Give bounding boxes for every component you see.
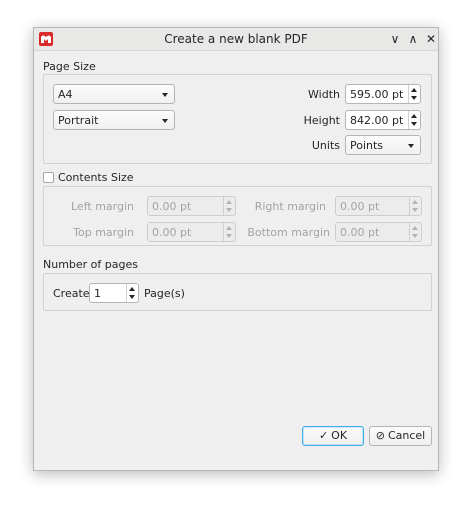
cancel-button[interactable]: ⊘ Cancel	[369, 426, 432, 446]
contents-size-group: Left margin 0.00 pt Right margin 0.00 pt…	[43, 186, 432, 246]
units-value: Points	[350, 139, 384, 152]
page-count-spinbox[interactable]: 1	[89, 283, 139, 303]
bottom-margin-label: Bottom margin	[247, 226, 330, 239]
units-select[interactable]: Points	[345, 135, 421, 155]
page-count-stepper[interactable]	[126, 284, 138, 302]
cancel-icon: ⊘	[375, 429, 385, 442]
window-title: Create a new blank PDF	[164, 32, 308, 46]
page-count-value: 1	[94, 287, 101, 300]
bottom-margin-spinbox[interactable]: 0.00 pt	[335, 222, 422, 242]
orientation-value: Portrait	[58, 114, 99, 127]
width-stepper[interactable]	[408, 85, 420, 103]
paper-size-value: A4	[58, 88, 73, 101]
width-value: 595.00 pt	[350, 88, 404, 101]
bottom-margin-value: 0.00 pt	[340, 226, 380, 239]
units-label: Units	[311, 139, 340, 152]
width-label: Width	[308, 88, 340, 101]
left-margin-label: Left margin	[71, 200, 134, 213]
left-margin-stepper[interactable]	[223, 197, 235, 215]
title-bar[interactable]: Create a new blank PDF ∨ ∧ ✕	[34, 28, 438, 51]
minimize-icon[interactable]: ∨	[387, 31, 403, 47]
cancel-button-label: Cancel	[387, 429, 426, 442]
chevron-down-icon	[162, 119, 168, 123]
top-margin-spinbox[interactable]: 0.00 pt	[147, 222, 236, 242]
left-margin-spinbox[interactable]: 0.00 pt	[147, 196, 236, 216]
check-icon: ✓	[318, 429, 329, 442]
paper-size-select[interactable]: A4	[53, 84, 175, 104]
height-spinbox[interactable]: 842.00 pt	[345, 110, 421, 130]
right-margin-value: 0.00 pt	[340, 200, 380, 213]
top-margin-label: Top margin	[73, 226, 134, 239]
right-margin-stepper[interactable]	[409, 197, 421, 215]
chevron-down-icon	[162, 93, 168, 97]
height-label: Height	[303, 114, 340, 127]
orientation-select[interactable]: Portrait	[53, 110, 175, 130]
pages-heading: Number of pages	[43, 258, 138, 271]
width-spinbox[interactable]: 595.00 pt	[345, 84, 421, 104]
pages-group: Create 1 Page(s)	[43, 273, 432, 311]
page-size-heading: Page Size	[43, 60, 96, 73]
height-value: 842.00 pt	[350, 114, 404, 127]
close-icon[interactable]: ✕	[423, 31, 439, 47]
chevron-down-icon	[408, 144, 414, 148]
create-pdf-dialog: Create a new blank PDF ∨ ∧ ✕ Page Size A…	[33, 27, 439, 471]
left-margin-value: 0.00 pt	[152, 200, 192, 213]
pages-suffix-label: Page(s)	[144, 287, 185, 300]
height-stepper[interactable]	[408, 111, 420, 129]
right-margin-label: Right margin	[254, 200, 326, 213]
right-margin-spinbox[interactable]: 0.00 pt	[335, 196, 422, 216]
ok-button[interactable]: ✓ OK	[302, 426, 364, 446]
top-margin-stepper[interactable]	[223, 223, 235, 241]
bottom-margin-stepper[interactable]	[409, 223, 421, 241]
ok-button-label: OK	[331, 429, 348, 442]
page-size-group: A4 Portrait Width 595.00 pt Height 842.0…	[43, 74, 432, 164]
contents-size-heading: Contents Size	[58, 171, 134, 184]
maximize-icon[interactable]: ∧	[405, 31, 421, 47]
top-margin-value: 0.00 pt	[152, 226, 192, 239]
contents-size-checkbox[interactable]	[43, 172, 54, 183]
create-label: Create	[53, 287, 90, 300]
